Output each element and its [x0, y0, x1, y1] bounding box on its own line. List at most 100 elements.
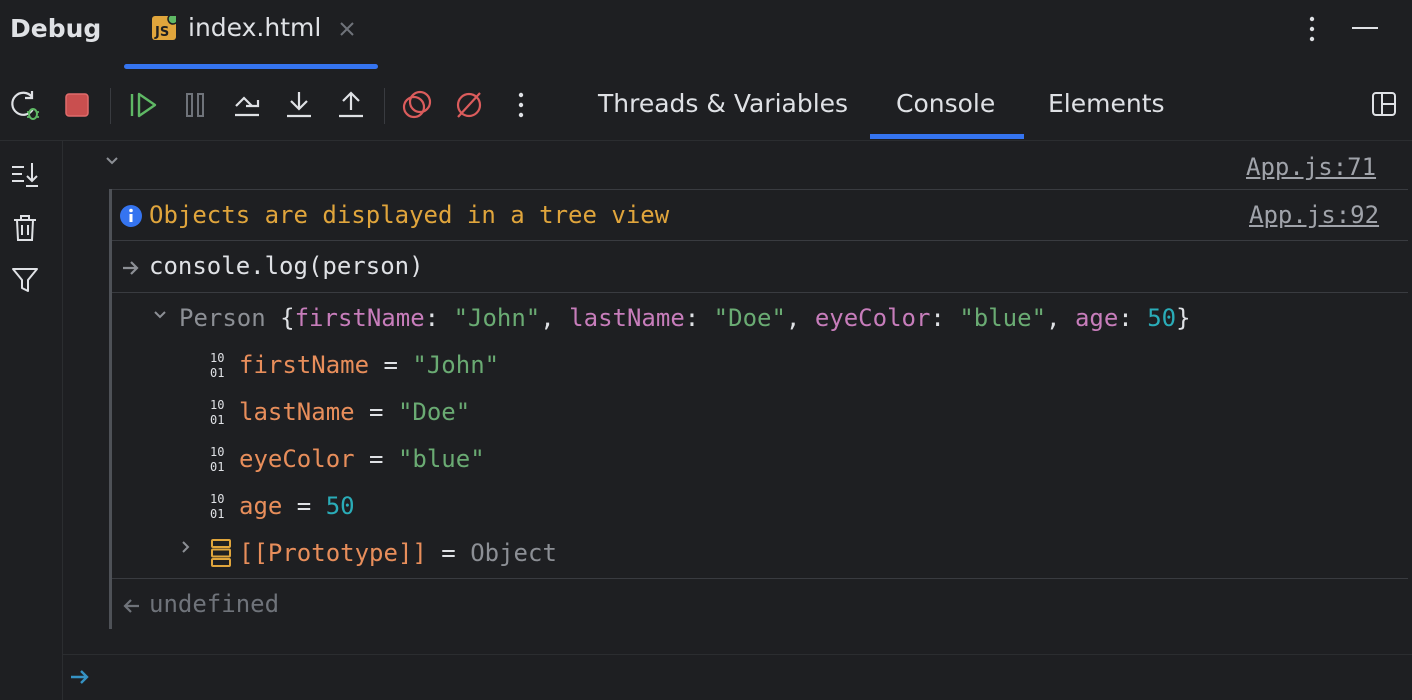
view-breakpoints-icon — [402, 90, 432, 119]
svg-text:10: 10 — [210, 351, 224, 365]
divider — [63, 654, 1412, 655]
step-into-button[interactable] — [282, 88, 316, 122]
title-bar: Debug JS index.html — [0, 0, 1412, 70]
rerun-debug-icon — [11, 91, 39, 120]
close-tab-icon[interactable] — [338, 20, 356, 38]
svg-text:01: 01 — [210, 366, 224, 379]
chevron-down-icon[interactable] — [151, 306, 169, 324]
primitive-value-icon: 10 01 — [210, 445, 224, 473]
pause-button[interactable] — [178, 88, 212, 122]
prototype-stack-icon — [211, 539, 231, 567]
more-icon — [518, 92, 524, 118]
console-group: Objects are displayed in a tree view App… — [109, 189, 1408, 629]
property-name: age — [239, 492, 283, 520]
property-value: "Doe" — [397, 398, 471, 426]
stop-icon — [65, 93, 89, 117]
divider — [112, 240, 1408, 241]
scroll-to-end-button[interactable] — [10, 159, 40, 189]
file-tab-label: index.html — [188, 13, 322, 42]
console-side-toolbar — [0, 141, 63, 700]
tab-label: Threads & Variables — [598, 89, 849, 118]
debug-toolbar: Threads & Variables Console Elements — [0, 70, 1412, 141]
tab-threads-variables[interactable]: Threads & Variables — [578, 70, 864, 140]
console-output: App.js:71 Objects are displayed in a tre… — [63, 141, 1412, 700]
view-breakpoints-button[interactable] — [400, 88, 434, 122]
console-input: console.log(person) — [149, 252, 424, 280]
more-actions-button[interactable] — [504, 88, 538, 122]
step-out-icon — [339, 91, 363, 118]
active-tab-indicator — [870, 134, 1024, 139]
toolbar-separator — [110, 88, 111, 124]
arrow-left-icon — [123, 599, 139, 613]
step-out-button[interactable] — [334, 88, 368, 122]
prototype-name: [[Prototype]] — [239, 539, 427, 567]
rerun-debug-button[interactable] — [8, 88, 42, 122]
scroll-to-end-icon — [12, 163, 38, 187]
step-over-icon — [235, 96, 260, 117]
filter-button[interactable] — [10, 265, 40, 295]
summary-key: eyeColor — [814, 304, 931, 332]
js-file-icon: JS — [152, 16, 176, 40]
arrow-right-icon — [123, 261, 139, 275]
toolbar-separator — [384, 88, 385, 124]
divider — [112, 189, 1408, 190]
divider — [112, 292, 1408, 293]
svg-text:JS: JS — [154, 25, 169, 40]
property-value: "blue" — [397, 445, 485, 473]
minimize-icon[interactable] — [1350, 16, 1380, 40]
pause-icon — [186, 93, 204, 117]
info-message: Objects are displayed in a tree view — [149, 201, 670, 229]
property-value: 50 — [325, 492, 355, 520]
console-prompt-icon[interactable] — [69, 666, 91, 688]
summary-key: lastName — [569, 304, 685, 332]
chevron-right-icon[interactable] — [178, 539, 194, 555]
summary-key: firstName — [294, 304, 425, 332]
svg-text:01: 01 — [210, 460, 224, 473]
summary-value: "blue" — [959, 304, 1047, 332]
chevron-down-icon[interactable] — [103, 151, 121, 169]
active-file-tab-indicator — [124, 64, 378, 69]
tab-label: Elements — [1048, 89, 1165, 118]
svg-text:01: 01 — [210, 507, 224, 520]
resume-button[interactable] — [126, 88, 160, 122]
stop-button[interactable] — [60, 88, 94, 122]
prototype-value: Object — [470, 539, 557, 567]
resume-icon — [130, 92, 157, 118]
console-result: undefined — [149, 590, 280, 618]
clear-all-button[interactable] — [10, 213, 40, 243]
source-link[interactable]: App.js:92 — [1249, 201, 1379, 229]
summary-value: "Doe" — [713, 304, 786, 332]
summary-value: "John" — [453, 304, 541, 332]
object-type-name: Person — [179, 304, 266, 332]
mute-breakpoints-icon — [456, 92, 482, 118]
primitive-value-icon: 10 01 — [210, 492, 224, 520]
mute-breakpoints-button[interactable] — [452, 88, 486, 122]
summary-value: 50 — [1147, 304, 1177, 332]
clear-all-icon — [14, 215, 36, 241]
tab-elements[interactable]: Elements — [1028, 70, 1178, 140]
property-name: lastName — [239, 398, 355, 426]
property-name: eyeColor — [239, 445, 355, 473]
tab-console[interactable]: Console — [870, 70, 1024, 140]
layout-settings-icon[interactable] — [1370, 90, 1398, 118]
step-into-icon — [287, 92, 311, 118]
file-tab-index-html[interactable]: JS index.html — [124, 0, 378, 70]
property-name: firstName — [239, 351, 370, 379]
object-summary[interactable]: Person {firstName: "John", lastName: "Do… — [179, 304, 1191, 332]
info-icon — [120, 205, 142, 227]
svg-text:10: 10 — [210, 445, 224, 459]
divider — [112, 578, 1408, 579]
property-value: "John" — [412, 351, 500, 379]
step-over-button[interactable] — [230, 88, 264, 122]
svg-text:10: 10 — [210, 398, 224, 412]
svg-text:10: 10 — [210, 492, 224, 506]
primitive-value-icon: 10 01 — [210, 398, 224, 426]
tool-window-title: Debug — [10, 14, 102, 43]
primitive-value-icon: 10 01 — [210, 351, 224, 379]
more-options-icon[interactable] — [1300, 14, 1324, 44]
svg-text:01: 01 — [210, 413, 224, 426]
source-link[interactable]: App.js:71 — [1246, 153, 1376, 181]
filter-icon — [12, 268, 38, 292]
tab-label: Console — [896, 89, 996, 118]
summary-key: age — [1074, 304, 1119, 332]
